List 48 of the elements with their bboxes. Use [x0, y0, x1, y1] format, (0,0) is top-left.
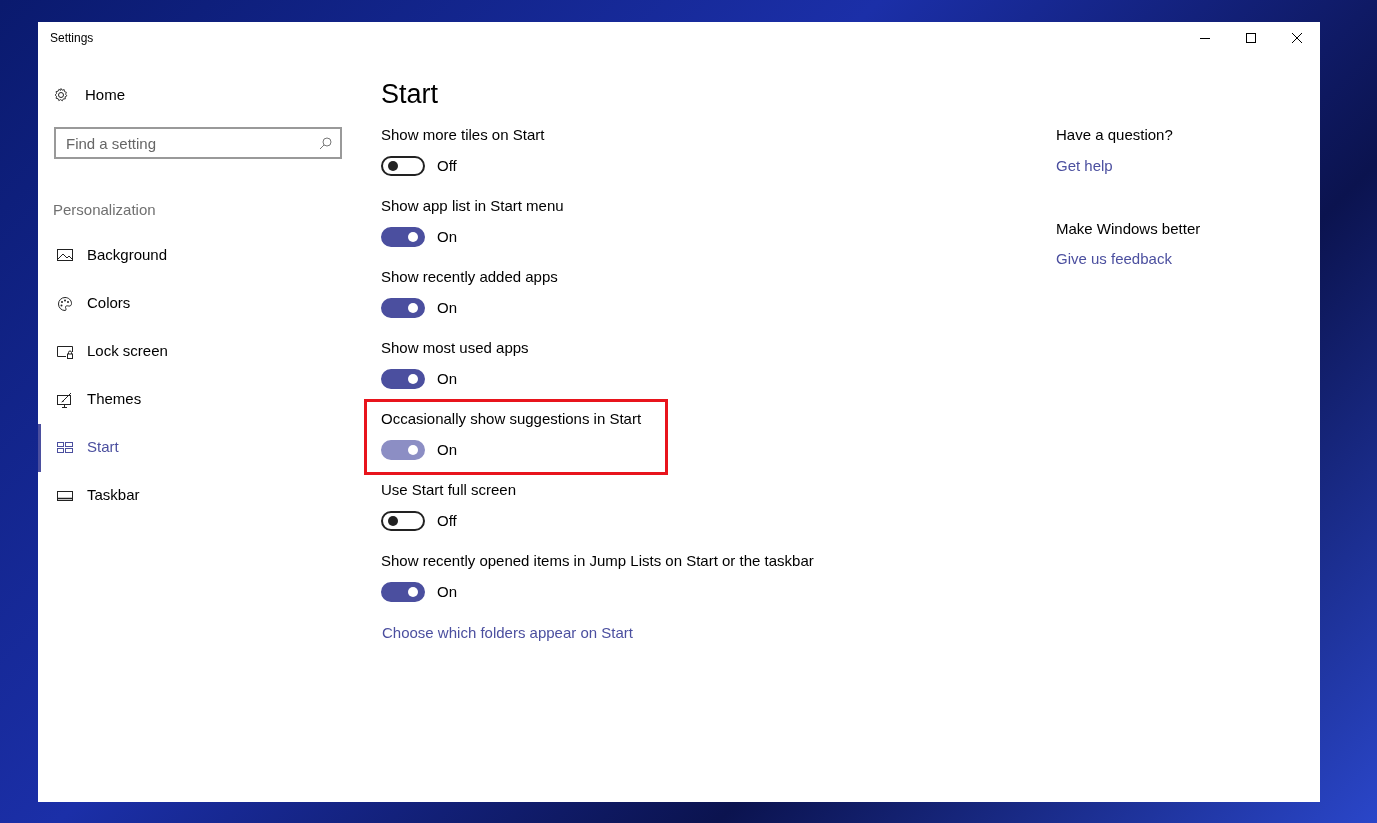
- window-title: Settings: [50, 30, 94, 47]
- sidebar-item[interactable]: Background: [38, 231, 338, 280]
- search-icon: [319, 137, 332, 150]
- toggle-switch[interactable]: [381, 227, 425, 247]
- setting-label: Show app list in Start menu: [381, 196, 564, 216]
- maximize-icon: [1246, 33, 1256, 43]
- toggle-switch[interactable]: [381, 582, 425, 602]
- setting-label: Use Start full screen: [381, 480, 517, 500]
- section-heading: Personalization: [53, 200, 157, 220]
- toggle-state: On: [437, 439, 457, 460]
- toggle-switch[interactable]: [381, 156, 425, 176]
- help-link[interactable]: Get help: [1056, 154, 1113, 177]
- toggle-state: Off: [437, 155, 457, 176]
- setting-label: Show more tiles on Start: [381, 125, 545, 145]
- brush-monitor-icon: [57, 391, 73, 408]
- toggle-switch[interactable]: [381, 298, 425, 318]
- lock-screen-icon: [57, 343, 73, 360]
- folders-link[interactable]: Choose which folders appear on Start: [382, 622, 633, 645]
- home-item[interactable]: Home: [38, 75, 338, 115]
- setting-label: Show recently added apps: [381, 267, 558, 287]
- toggle-state: On: [437, 368, 457, 389]
- help-link[interactable]: Give us feedback: [1056, 248, 1172, 271]
- tiles-icon: [57, 439, 73, 456]
- help-heading: Have a question?: [1056, 125, 1174, 145]
- sidebar-item[interactable]: Lock screen: [38, 327, 338, 376]
- close-icon: [1292, 33, 1302, 43]
- sidebar-item[interactable]: Themes: [38, 375, 338, 424]
- setting-label: Show most used apps: [381, 338, 529, 358]
- toggle-state: Off: [437, 510, 457, 531]
- setting-label: Show recently opened items in Jump Lists on Start or the taskbar: [381, 551, 814, 571]
- sidebar-item[interactable]: Taskbar: [38, 471, 338, 520]
- home-label: Home: [85, 84, 125, 105]
- toggle-state: On: [437, 226, 457, 247]
- sidebar-item[interactable]: Start: [38, 423, 338, 472]
- minimize-icon: [1200, 37, 1210, 39]
- toggle-switch[interactable]: [381, 511, 425, 531]
- sidebar-item[interactable]: Colors: [38, 279, 338, 328]
- setting-label: Occasionally show suggestions in Start: [381, 409, 642, 429]
- toggle-state: On: [437, 581, 457, 602]
- page-title: Start: [381, 78, 440, 111]
- settings-icon: [53, 87, 69, 103]
- search-field[interactable]: Find a setting: [54, 127, 342, 159]
- help-heading: Make Windows better: [1056, 218, 1202, 239]
- picture-icon: [57, 247, 73, 264]
- palette-icon: [57, 295, 73, 312]
- toggle-switch[interactable]: [381, 440, 425, 460]
- toggle-state: On: [437, 297, 457, 318]
- toggle-switch[interactable]: [381, 369, 425, 389]
